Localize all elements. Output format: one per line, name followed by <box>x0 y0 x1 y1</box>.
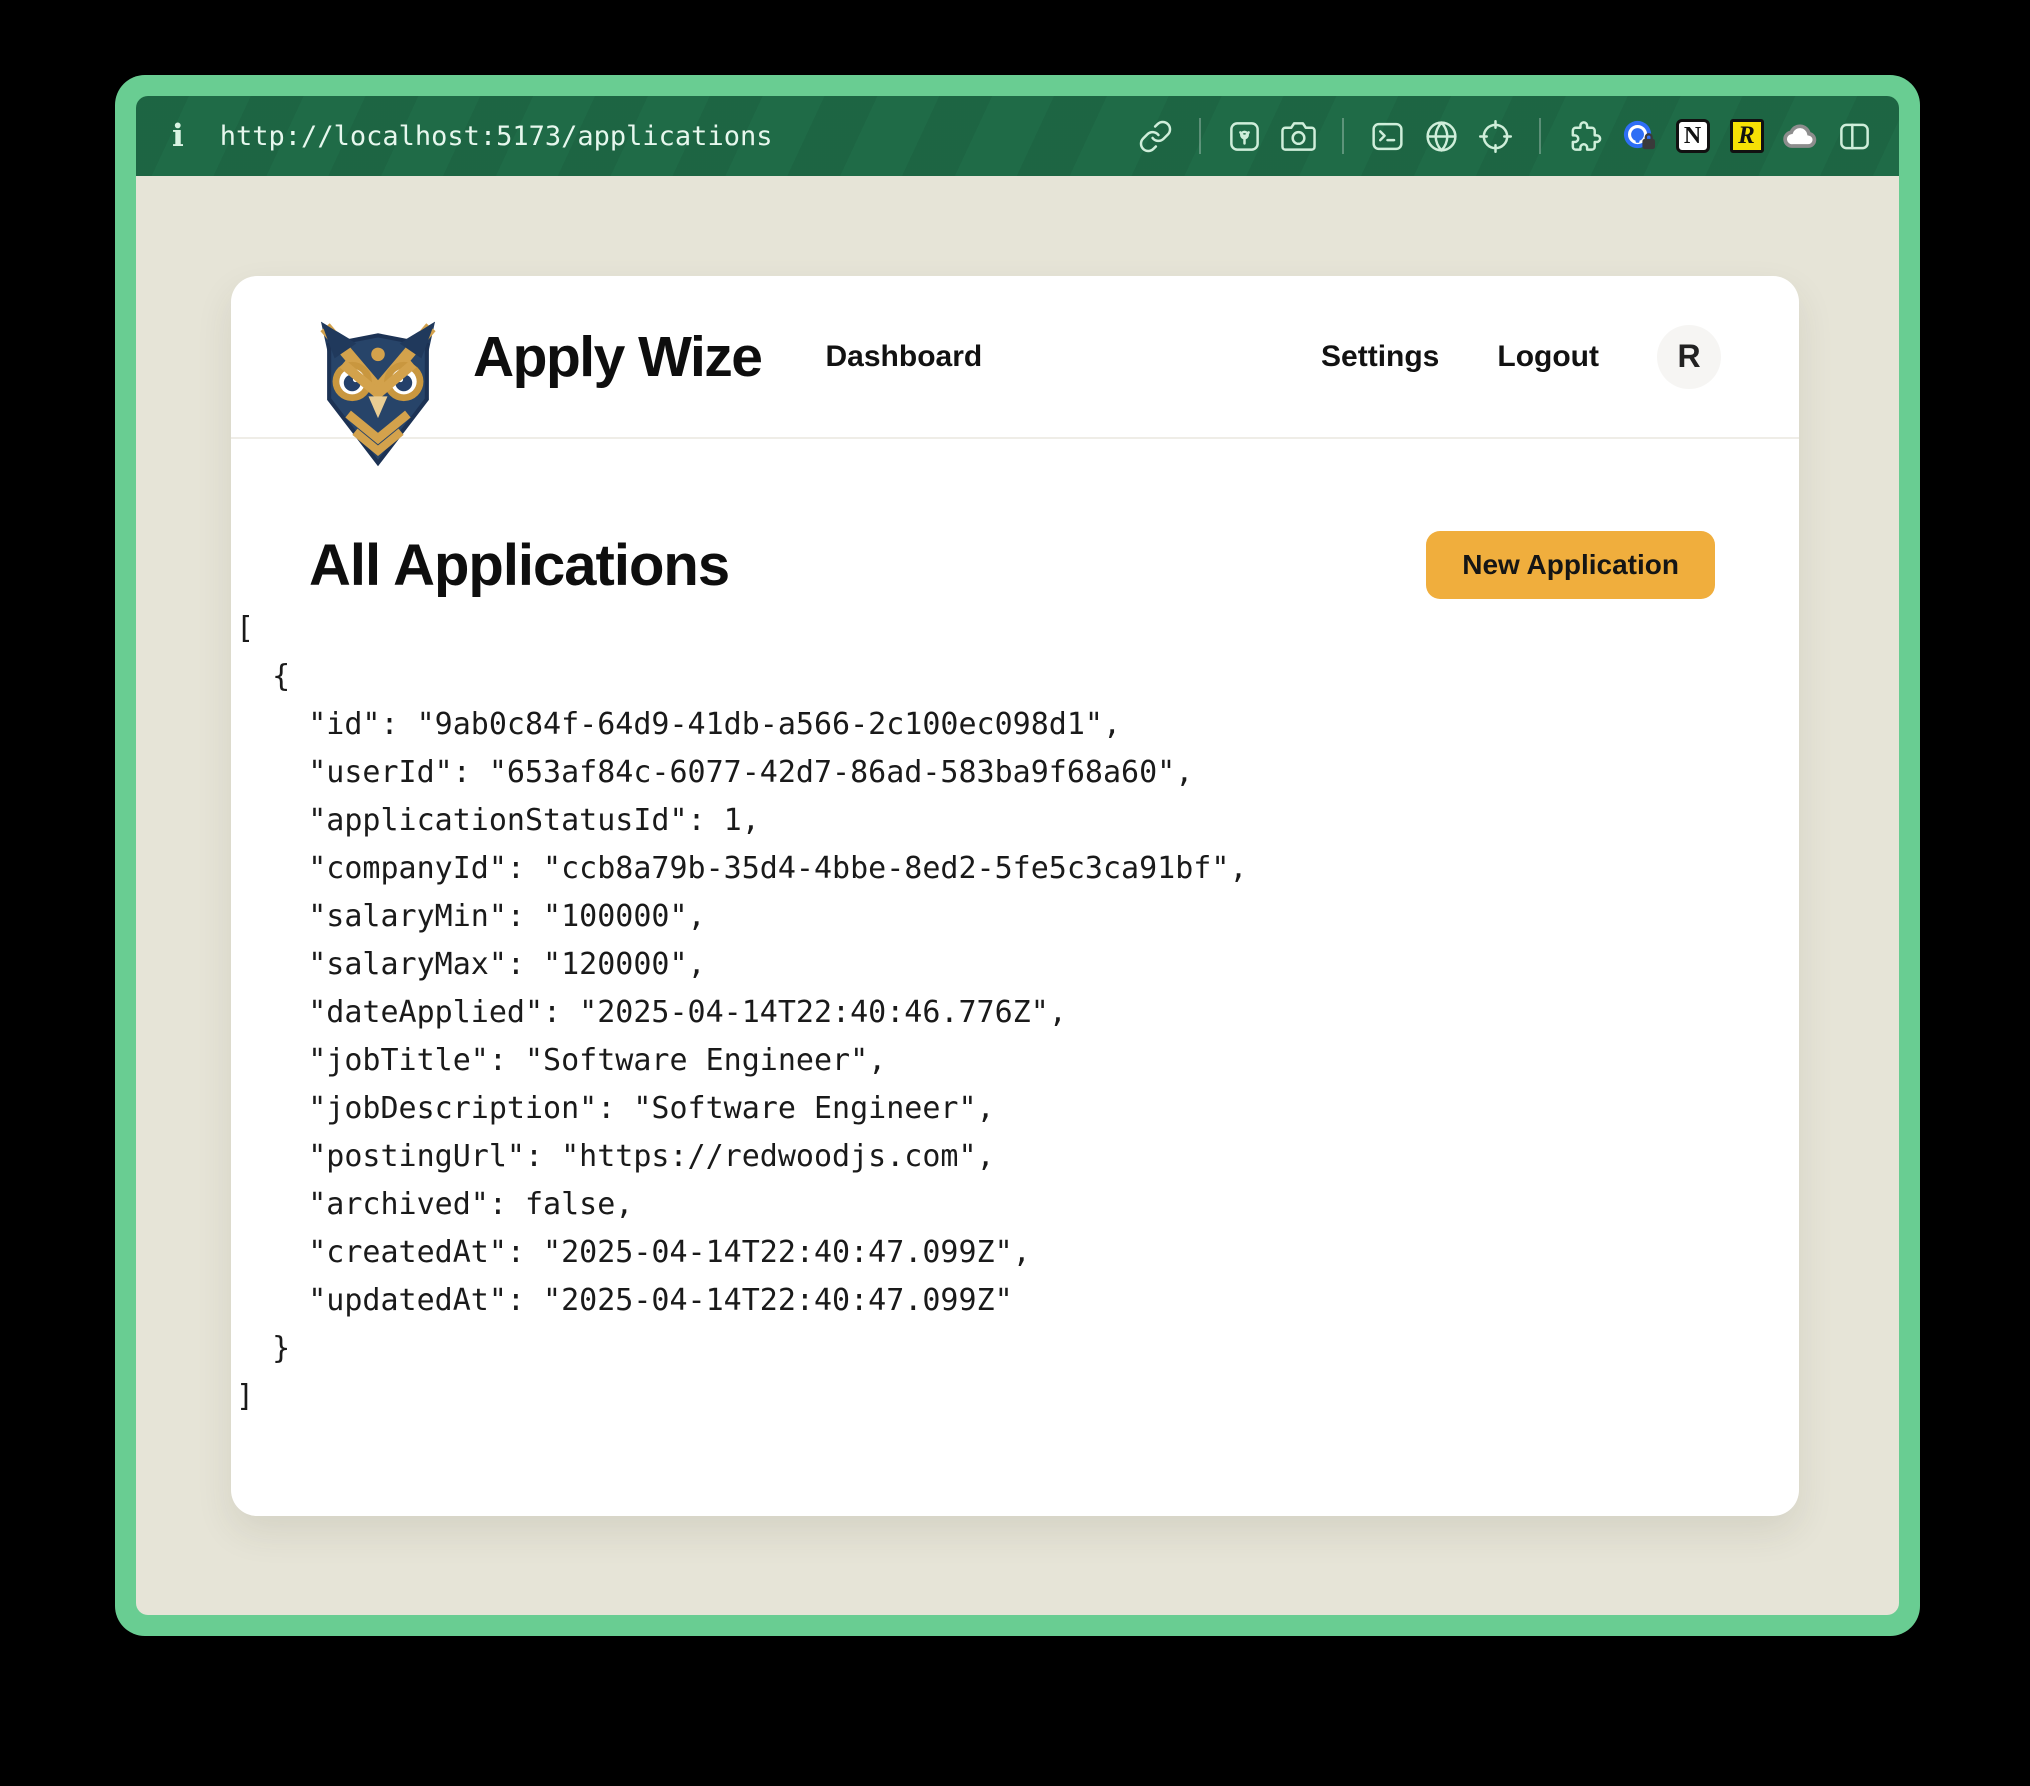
toolbar-divider <box>1342 118 1344 154</box>
globe-icon[interactable] <box>1423 118 1460 155</box>
info-icon[interactable]: i <box>172 121 184 152</box>
puzzle-icon[interactable] <box>1566 118 1603 155</box>
title-row: All Applications New Application <box>231 531 1799 599</box>
r-extension-icon[interactable]: R <box>1728 118 1765 155</box>
image-icon[interactable] <box>1226 118 1263 155</box>
nav-dashboard[interactable]: Dashboard <box>826 340 983 374</box>
app-card: Apply Wize Dashboard Settings Logout R A… <box>231 276 1799 1516</box>
brand-title[interactable]: Apply Wize <box>473 324 762 390</box>
nav-right: Settings Logout R <box>1321 325 1721 389</box>
browser-window: i http://localhost:5173/applications <box>115 75 1920 1636</box>
camera-icon[interactable] <box>1280 118 1317 155</box>
link-icon[interactable] <box>1137 118 1174 155</box>
crosshair-icon[interactable] <box>1477 118 1514 155</box>
onepassword-icon[interactable] <box>1620 118 1657 155</box>
cloud-icon[interactable] <box>1782 118 1819 155</box>
page-title: All Applications <box>309 532 729 599</box>
address-bar[interactable]: http://localhost:5173/applications <box>220 121 773 152</box>
toolbar-divider <box>1539 118 1541 154</box>
page-viewport: Apply Wize Dashboard Settings Logout R A… <box>136 176 1899 1615</box>
terminal-icon[interactable] <box>1369 118 1406 155</box>
owl-logo[interactable] <box>309 315 447 467</box>
avatar[interactable]: R <box>1657 325 1721 389</box>
app-header: Apply Wize Dashboard Settings Logout R <box>231 276 1799 439</box>
nav-settings[interactable]: Settings <box>1321 340 1439 374</box>
applications-json-output: [ { "id": "9ab0c84f-64d9-41db-a566-2c100… <box>231 605 1799 1421</box>
toolbar-icon-row: N R <box>1137 118 1873 155</box>
browser-toolbar: i http://localhost:5173/applications <box>136 96 1899 176</box>
toolbar-divider <box>1199 118 1201 154</box>
new-application-button[interactable]: New Application <box>1426 531 1715 599</box>
notion-icon[interactable]: N <box>1674 118 1711 155</box>
nav-logout[interactable]: Logout <box>1497 340 1599 374</box>
split-view-icon[interactable] <box>1836 118 1873 155</box>
